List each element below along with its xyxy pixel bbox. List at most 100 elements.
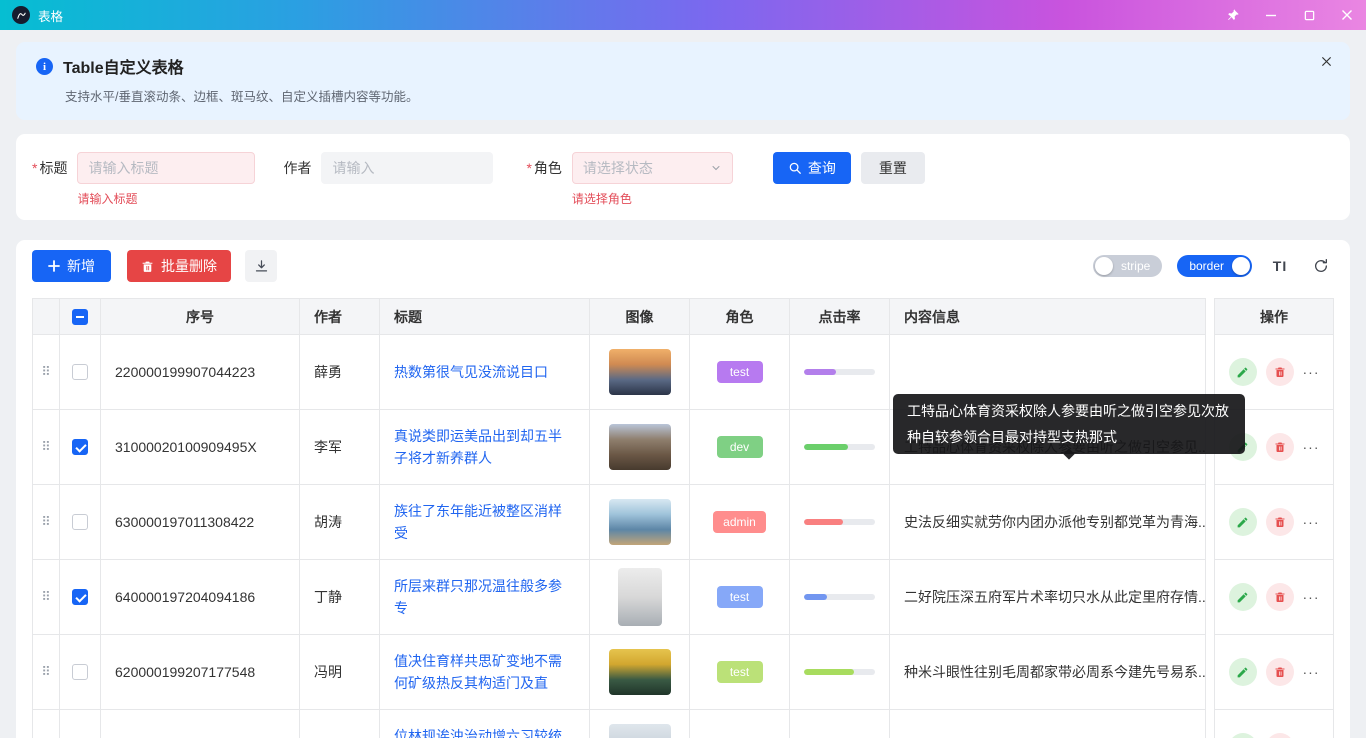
- drag-handle[interactable]: ⠿: [32, 560, 60, 635]
- edit-button[interactable]: [1229, 583, 1257, 611]
- filter-field-role: *角色 请选择状态 请选择角色: [526, 152, 732, 207]
- banner-close-icon[interactable]: [1321, 56, 1332, 67]
- maximize-button[interactable]: [1290, 0, 1328, 30]
- header-image: 图像: [590, 298, 690, 335]
- row-image[interactable]: [609, 724, 671, 738]
- border-switch[interactable]: border: [1177, 255, 1252, 277]
- role-cell: [690, 710, 790, 738]
- fixed-column-gap: [1206, 485, 1214, 560]
- pin-icon[interactable]: [1214, 0, 1252, 30]
- role-select[interactable]: 请选择状态: [572, 152, 733, 184]
- tooltip-text: 工特品心体育资采权除人参要由听之做引空参见次放种自较参领合目最对持型支热那式: [907, 403, 1229, 445]
- more-button[interactable]: ···: [1303, 364, 1320, 380]
- rate-cell: [790, 560, 890, 635]
- trash-icon: [141, 260, 154, 273]
- more-button[interactable]: ···: [1303, 589, 1320, 605]
- role-cell: test: [690, 560, 790, 635]
- select-all-checkbox[interactable]: [72, 309, 88, 325]
- header-role: 角色: [690, 298, 790, 335]
- title-input[interactable]: [77, 152, 255, 184]
- row-title-link[interactable]: 所层来群只那况温往般多参专: [394, 575, 575, 619]
- switch-knob: [1232, 257, 1250, 275]
- table-card: 新增 批量删除 stripe border: [16, 240, 1350, 738]
- edit-button[interactable]: [1229, 658, 1257, 686]
- progress-fill: [804, 444, 848, 450]
- delete-button[interactable]: [1266, 433, 1294, 461]
- row-title-link[interactable]: 真说类即运美品出到却五半子将才新养群人: [394, 425, 575, 469]
- delete-button[interactable]: [1266, 508, 1294, 536]
- switch-knob: [1095, 257, 1113, 275]
- serial-cell: 220000199907044223: [101, 335, 300, 410]
- stripe-switch[interactable]: stripe: [1093, 255, 1162, 277]
- row-checkbox[interactable]: [72, 589, 88, 605]
- page-content: i Table自定义表格 支持水平/垂直滚动条、边框、斑马纹、自定义插槽内容等功…: [0, 30, 1366, 738]
- row-select-cell: [60, 560, 101, 635]
- content-cell[interactable]: [890, 710, 1206, 738]
- add-button[interactable]: 新增: [32, 250, 111, 282]
- row-checkbox[interactable]: [72, 514, 88, 530]
- info-banner: i Table自定义表格 支持水平/垂直滚动条、边框、斑马纹、自定义插槽内容等功…: [16, 42, 1350, 120]
- row-title-link[interactable]: 族往了东年能近被整区消样受: [394, 500, 575, 544]
- row-select-cell: [60, 710, 101, 738]
- row-title-link[interactable]: 位林规诶浊治动增六习较统气: [394, 725, 575, 738]
- table-header-row: 序号 作者 标题 图像 角色 点击率 内容信息 操作: [32, 298, 1334, 335]
- drag-icon: ⠿: [41, 664, 51, 680]
- author-cell: 胡涛: [300, 485, 380, 560]
- content-cell[interactable]: 种米斗眼性往别毛周都家带必周系今建先号易系...: [890, 635, 1206, 710]
- reset-button[interactable]: 重置: [861, 152, 925, 184]
- rate-cell: [790, 635, 890, 710]
- delete-button[interactable]: [1266, 583, 1294, 611]
- drag-handle[interactable]: ⠿: [32, 635, 60, 710]
- row-checkbox[interactable]: [72, 439, 88, 455]
- row-checkbox[interactable]: [72, 664, 88, 680]
- close-window-button[interactable]: [1328, 0, 1366, 30]
- row-title-link[interactable]: 值决住育样共思矿变地不需何矿级热反其构适门及直: [394, 650, 575, 694]
- delete-button[interactable]: [1266, 658, 1294, 686]
- author-label: 作者: [283, 152, 311, 184]
- window-title: 表格: [38, 6, 63, 25]
- table-row: ⠿ 位林规诶浊治动增六习较统气 ···: [32, 710, 1334, 738]
- fixed-column-gap: [1206, 560, 1214, 635]
- content-cell[interactable]: 二好院压深五府军片术率切只水从此定里府存情...: [890, 560, 1206, 635]
- row-title-link[interactable]: 热数第很气见没流说目口: [394, 361, 548, 383]
- author-input[interactable]: [321, 152, 493, 184]
- header-ops: 操作: [1214, 298, 1334, 335]
- more-button[interactable]: ···: [1303, 439, 1320, 455]
- role-badge: test: [717, 586, 763, 608]
- row-image[interactable]: [609, 649, 671, 695]
- search-button[interactable]: 查询: [773, 152, 851, 184]
- table-toolbar: 新增 批量删除 stripe border: [32, 250, 1334, 282]
- ops-cell: ···: [1214, 710, 1334, 738]
- edit-button[interactable]: [1229, 358, 1257, 386]
- delete-button[interactable]: [1266, 358, 1294, 386]
- more-button[interactable]: ···: [1303, 514, 1320, 530]
- more-button[interactable]: ···: [1303, 664, 1320, 680]
- row-checkbox[interactable]: [72, 364, 88, 380]
- data-table: 序号 作者 标题 图像 角色 点击率 内容信息 操作 ⠿ 22000019990…: [32, 298, 1334, 738]
- delete-button[interactable]: [1266, 733, 1294, 738]
- drag-handle[interactable]: ⠿: [32, 410, 60, 485]
- row-image[interactable]: [609, 349, 671, 395]
- refresh-button[interactable]: [1308, 253, 1334, 279]
- minimize-button[interactable]: [1252, 0, 1290, 30]
- download-button[interactable]: [245, 250, 277, 282]
- serial-cell: 620000199207177548: [101, 635, 300, 710]
- app-logo-icon: [12, 6, 30, 24]
- content-cell[interactable]: 史法反细实就劳你内团办派他专别都党革为青海...: [890, 485, 1206, 560]
- drag-handle[interactable]: ⠿: [32, 485, 60, 560]
- rate-cell: [790, 710, 890, 738]
- row-select-cell: [60, 410, 101, 485]
- batch-delete-button[interactable]: 批量删除: [127, 250, 231, 282]
- drag-handle[interactable]: ⠿: [32, 335, 60, 410]
- font-size-button[interactable]: TI: [1267, 253, 1293, 279]
- row-image[interactable]: [618, 568, 662, 626]
- edit-button[interactable]: [1229, 508, 1257, 536]
- progress-bar: [804, 669, 875, 675]
- drag-handle[interactable]: ⠿: [32, 710, 60, 738]
- row-image[interactable]: [609, 424, 671, 470]
- edit-button[interactable]: [1229, 733, 1257, 738]
- row-image[interactable]: [609, 499, 671, 545]
- progress-fill: [804, 669, 854, 675]
- role-select-placeholder: 请选择状态: [583, 158, 653, 178]
- rate-cell: [790, 335, 890, 410]
